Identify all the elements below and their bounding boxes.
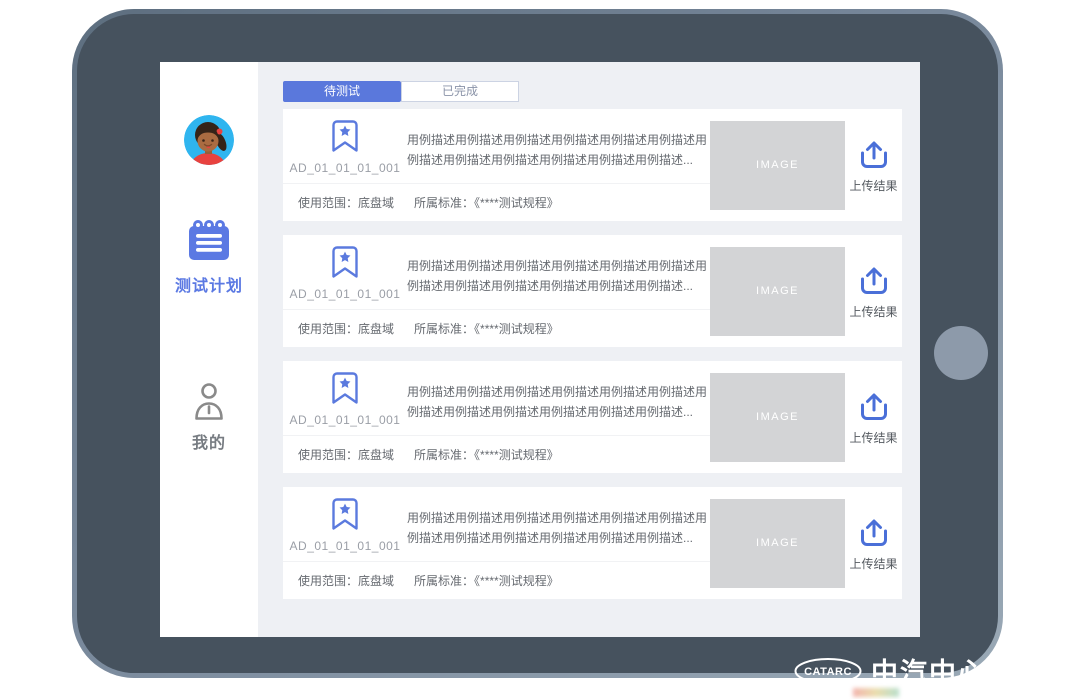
upload-icon bbox=[859, 266, 889, 296]
case-id: AD_01_01_01_001 bbox=[290, 413, 401, 427]
tablet-frame: 测试计划 我的 待测试 已完成 bbox=[72, 9, 1003, 678]
upload-label: 上传结果 bbox=[849, 177, 897, 194]
test-case-card: AD_01_01_01_001 用例描述用例描述用例描述用例描述用例描述用例描述… bbox=[283, 109, 902, 221]
image-placeholder[interactable]: IMAGE bbox=[710, 373, 845, 462]
tab-bar: 待测试 已完成 bbox=[283, 81, 902, 102]
upload-result-button[interactable]: 上传结果 bbox=[845, 109, 902, 221]
tab-completed[interactable]: 已完成 bbox=[401, 81, 519, 102]
page-background: 测试计划 我的 待测试 已完成 bbox=[0, 0, 1068, 699]
image-placeholder[interactable]: IMAGE bbox=[710, 247, 845, 336]
case-id-block: AD_01_01_01_001 bbox=[283, 109, 407, 183]
avatar[interactable] bbox=[184, 115, 234, 165]
tablet-camera bbox=[934, 326, 988, 380]
notepad-icon bbox=[187, 217, 231, 263]
catarc-ellipse-logo: CATARC bbox=[793, 657, 863, 685]
upload-result-button[interactable]: 上传结果 bbox=[845, 361, 902, 473]
case-meta: 使用范围：底盘域 所属标准：《****测试规程》 bbox=[283, 561, 710, 599]
standard-field: 所属标准：《****测试规程》 bbox=[414, 194, 559, 211]
upload-label: 上传结果 bbox=[849, 429, 897, 446]
case-id-block: AD_01_01_01_001 bbox=[283, 361, 407, 435]
case-description: 用例描述用例描述用例描述用例描述用例描述用例描述用例描述用例描述用例描述用例描述… bbox=[407, 361, 710, 435]
image-placeholder[interactable]: IMAGE bbox=[710, 121, 845, 210]
bookmark-icon bbox=[332, 246, 358, 278]
girl-avatar-image bbox=[184, 115, 234, 165]
image-placeholder[interactable]: IMAGE bbox=[710, 499, 845, 588]
case-meta: 使用范围：底盘域 所属标准：《****测试规程》 bbox=[283, 183, 710, 221]
scope-field: 使用范围：底盘域 bbox=[298, 194, 394, 211]
case-id: AD_01_01_01_001 bbox=[290, 161, 401, 175]
test-case-card: AD_01_01_01_001 用例描述用例描述用例描述用例描述用例描述用例描述… bbox=[283, 361, 902, 473]
case-description: 用例描述用例描述用例描述用例描述用例描述用例描述用例描述用例描述用例描述用例描述… bbox=[407, 235, 710, 309]
brand-name: 中汽中心 bbox=[871, 651, 987, 690]
bookmark-icon bbox=[332, 372, 358, 404]
upload-label: 上传结果 bbox=[849, 303, 897, 320]
case-id: AD_01_01_01_001 bbox=[290, 287, 401, 301]
bookmark-icon bbox=[332, 120, 358, 152]
sidebar-item-mine[interactable]: 我的 bbox=[192, 382, 226, 453]
standard-field: 所属标准：《****测试规程》 bbox=[414, 320, 559, 337]
scope-field: 使用范围：底盘域 bbox=[298, 320, 394, 337]
case-meta: 使用范围：底盘域 所属标准：《****测试规程》 bbox=[283, 309, 710, 347]
upload-result-button[interactable]: 上传结果 bbox=[845, 235, 902, 347]
sidebar: 测试计划 我的 bbox=[160, 62, 258, 637]
user-icon bbox=[192, 382, 226, 420]
case-id: AD_01_01_01_001 bbox=[290, 539, 401, 553]
standard-field: 所属标准：《****测试规程》 bbox=[414, 572, 559, 589]
test-case-card: AD_01_01_01_001 用例描述用例描述用例描述用例描述用例描述用例描述… bbox=[283, 235, 902, 347]
case-id-block: AD_01_01_01_001 bbox=[283, 235, 407, 309]
upload-icon bbox=[859, 518, 889, 548]
tablet-bezel: 测试计划 我的 待测试 已完成 bbox=[77, 14, 998, 673]
sidebar-item-label: 我的 bbox=[192, 429, 226, 453]
case-description: 用例描述用例描述用例描述用例描述用例描述用例描述用例描述用例描述用例描述用例描述… bbox=[407, 109, 710, 183]
scope-field: 使用范围：底盘域 bbox=[298, 446, 394, 463]
upload-label: 上传结果 bbox=[849, 555, 897, 572]
case-meta: 使用范围：底盘域 所属标准：《****测试规程》 bbox=[283, 435, 710, 473]
case-id-block: AD_01_01_01_001 bbox=[283, 487, 407, 561]
standard-field: 所属标准：《****测试规程》 bbox=[414, 446, 559, 463]
brand-stroke-decoration bbox=[989, 658, 1013, 680]
brand-logo: CATARC 中汽中心 bbox=[793, 651, 1013, 690]
scope-field: 使用范围：底盘域 bbox=[298, 572, 394, 589]
bookmark-icon bbox=[332, 498, 358, 530]
case-description: 用例描述用例描述用例描述用例描述用例描述用例描述用例描述用例描述用例描述用例描述… bbox=[407, 487, 710, 561]
test-case-card: AD_01_01_01_001 用例描述用例描述用例描述用例描述用例描述用例描述… bbox=[283, 487, 902, 599]
tab-pending[interactable]: 待测试 bbox=[283, 81, 401, 102]
sidebar-item-label: 测试计划 bbox=[175, 272, 243, 296]
upload-icon bbox=[859, 140, 889, 170]
upload-result-button[interactable]: 上传结果 bbox=[845, 487, 902, 599]
upload-icon bbox=[859, 392, 889, 422]
app-screen: 测试计划 我的 待测试 已完成 bbox=[160, 62, 920, 637]
main-content: 待测试 已完成 AD_01_01_01_001 用例描述用例描述用例描述用例 bbox=[258, 62, 920, 637]
svg-text:CATARC: CATARC bbox=[804, 666, 852, 678]
sidebar-item-test-plan[interactable]: 测试计划 bbox=[175, 217, 243, 296]
